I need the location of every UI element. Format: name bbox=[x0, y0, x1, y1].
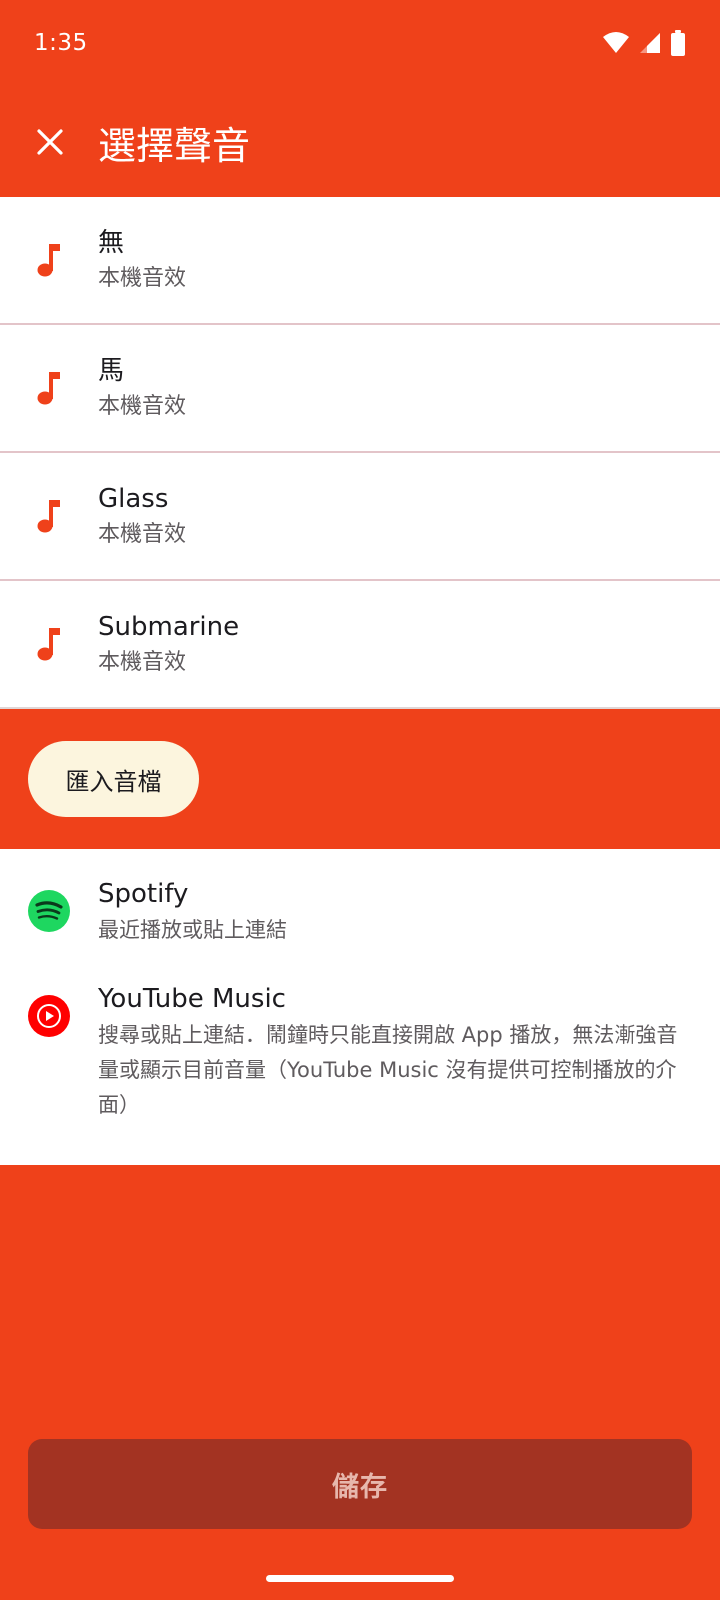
save-button[interactable]: 儲存 bbox=[28, 1439, 692, 1529]
music-note-icon bbox=[37, 628, 60, 661]
status-icons bbox=[602, 30, 686, 56]
status-bar: 1:35 bbox=[0, 0, 720, 86]
sound-item-title: Glass bbox=[98, 484, 169, 514]
spotify-item[interactable]: Spotify 最近播放或貼上連結 bbox=[0, 849, 720, 959]
youtube-music-item[interactable]: YouTube Music 搜尋或貼上連結．鬧鐘時只能直接開啟 App 播放，無… bbox=[0, 964, 720, 1159]
screen: 1:35 選擇聲音 無 本機音效 馬 本機音效 Glass 本機音效 Subma… bbox=[0, 0, 720, 1600]
sound-item-subtitle: 本機音效 bbox=[98, 266, 187, 291]
page-title: 選擇聲音 bbox=[98, 123, 251, 168]
sound-item-horse[interactable]: 馬 本機音效 bbox=[0, 325, 720, 453]
streaming-services: Spotify 最近播放或貼上連結 YouTube Music 搜尋或貼上連結．… bbox=[0, 849, 720, 1165]
close-icon bbox=[37, 129, 63, 155]
sound-item-subtitle: 本機音效 bbox=[98, 650, 187, 675]
spotify-icon bbox=[28, 890, 70, 932]
spotify-title: Spotify bbox=[98, 879, 189, 909]
battery-icon bbox=[671, 30, 685, 56]
youtube-music-subtitle: 搜尋或貼上連結．鬧鐘時只能直接開啟 App 播放，無法漸強音量或顯示目前音量（Y… bbox=[98, 1023, 678, 1117]
sound-item-none[interactable]: 無 本機音效 bbox=[0, 197, 720, 325]
music-note-icon bbox=[37, 500, 60, 533]
youtube-music-icon bbox=[28, 995, 70, 1037]
sound-item-title: 馬 bbox=[98, 356, 125, 386]
music-note-icon bbox=[37, 244, 60, 277]
spotify-subtitle: 最近播放或貼上連結 bbox=[98, 918, 287, 942]
music-note-icon bbox=[37, 372, 60, 405]
sound-item-submarine[interactable]: Submarine 本機音效 bbox=[0, 581, 720, 709]
sound-item-glass[interactable]: Glass 本機音效 bbox=[0, 453, 720, 581]
home-indicator[interactable] bbox=[266, 1575, 454, 1582]
close-button[interactable] bbox=[0, 96, 96, 188]
sound-item-subtitle: 本機音效 bbox=[98, 522, 187, 547]
sound-item-title: 無 bbox=[98, 228, 125, 258]
sound-item-title: Submarine bbox=[98, 612, 240, 642]
top-app-bar: 選擇聲音 bbox=[0, 96, 720, 188]
sound-item-subtitle: 本機音效 bbox=[98, 394, 187, 419]
wifi-icon bbox=[603, 32, 629, 53]
cellular-signal-icon bbox=[640, 33, 660, 53]
sound-list: 無 本機音效 馬 本機音效 Glass 本機音效 Submarine 本機音效 bbox=[0, 197, 720, 709]
import-audio-button[interactable]: 匯入音檔 bbox=[28, 741, 199, 817]
youtube-music-title: YouTube Music bbox=[98, 984, 286, 1014]
status-time: 1:35 bbox=[34, 30, 88, 56]
